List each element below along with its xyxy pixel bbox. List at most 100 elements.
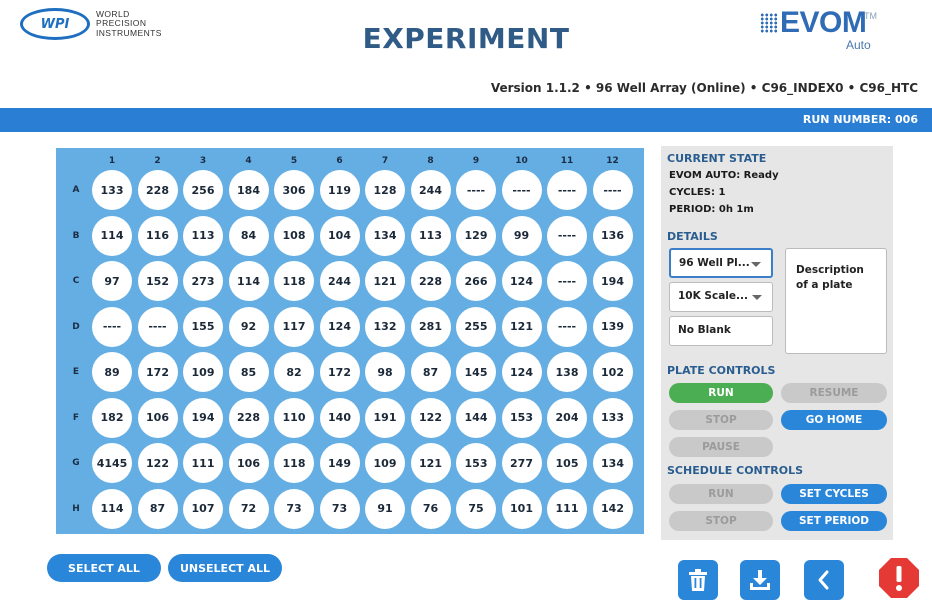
- column-header[interactable]: 5: [274, 156, 314, 166]
- unselect-all-button[interactable]: UNSELECT ALL: [168, 554, 282, 582]
- well[interactable]: 92: [228, 306, 269, 347]
- well[interactable]: 121: [365, 261, 405, 301]
- well[interactable]: 256: [183, 170, 223, 210]
- plate-type-select[interactable]: 96 Well Pl...: [669, 248, 773, 278]
- schedule-run-button[interactable]: RUN: [669, 484, 773, 504]
- well[interactable]: 98: [365, 352, 405, 392]
- well[interactable]: 87: [137, 488, 178, 529]
- well[interactable]: 114: [228, 261, 269, 301]
- well[interactable]: 191: [365, 397, 405, 438]
- resume-button[interactable]: RESUME: [781, 383, 887, 403]
- well[interactable]: 244: [410, 170, 451, 210]
- well[interactable]: 155: [183, 306, 223, 347]
- well[interactable]: 97: [92, 261, 132, 301]
- well[interactable]: 87: [410, 352, 451, 392]
- well[interactable]: 122: [137, 443, 178, 483]
- select-all-button[interactable]: SELECT ALL: [47, 554, 161, 582]
- column-header[interactable]: 11: [547, 156, 587, 166]
- alert-stop-icon[interactable]: [878, 557, 920, 599]
- well[interactable]: 244: [319, 261, 360, 301]
- well[interactable]: 82: [274, 352, 314, 392]
- well[interactable]: 128: [365, 170, 405, 210]
- row-header[interactable]: F: [68, 413, 84, 423]
- well[interactable]: ----: [137, 306, 178, 347]
- well[interactable]: 204: [547, 397, 587, 438]
- well[interactable]: 118: [274, 261, 314, 301]
- well[interactable]: 184: [228, 170, 269, 210]
- well[interactable]: ----: [501, 170, 542, 210]
- well[interactable]: 228: [137, 170, 178, 210]
- well[interactable]: 76: [410, 488, 451, 529]
- column-header[interactable]: 3: [183, 156, 223, 166]
- well[interactable]: 113: [183, 215, 223, 256]
- row-header[interactable]: D: [68, 322, 84, 332]
- well[interactable]: 116: [137, 215, 178, 256]
- well[interactable]: 172: [137, 352, 178, 392]
- well[interactable]: ----: [547, 306, 587, 347]
- well[interactable]: 121: [410, 443, 451, 483]
- well[interactable]: 102: [592, 352, 633, 392]
- well[interactable]: ----: [592, 170, 633, 210]
- well[interactable]: 306: [274, 170, 314, 210]
- well[interactable]: 91: [365, 488, 405, 529]
- well[interactable]: 144: [456, 397, 496, 438]
- back-button[interactable]: [804, 560, 844, 600]
- well[interactable]: ----: [547, 215, 587, 256]
- well[interactable]: 133: [592, 397, 633, 438]
- delete-button[interactable]: [678, 560, 718, 600]
- well[interactable]: 134: [365, 215, 405, 256]
- well[interactable]: 266: [456, 261, 496, 301]
- well[interactable]: 73: [274, 488, 314, 529]
- well[interactable]: 228: [228, 397, 269, 438]
- well[interactable]: 119: [319, 170, 360, 210]
- well[interactable]: 182: [92, 397, 132, 438]
- set-period-button[interactable]: SET PERIOD: [781, 511, 887, 531]
- well[interactable]: 104: [319, 215, 360, 256]
- scale-select[interactable]: 10K Scale...: [669, 282, 773, 312]
- well[interactable]: 73: [319, 488, 360, 529]
- well[interactable]: 255: [456, 306, 496, 347]
- well[interactable]: 111: [183, 443, 223, 483]
- schedule-stop-button[interactable]: STOP: [669, 511, 773, 531]
- row-header[interactable]: B: [68, 231, 84, 241]
- well[interactable]: 85: [228, 352, 269, 392]
- well[interactable]: 149: [319, 443, 360, 483]
- well[interactable]: 75: [456, 488, 496, 529]
- well[interactable]: ----: [547, 261, 587, 301]
- well[interactable]: 194: [183, 397, 223, 438]
- column-header[interactable]: 1: [92, 156, 132, 166]
- blank-field[interactable]: No Blank: [669, 316, 773, 346]
- well[interactable]: 145: [456, 352, 496, 392]
- well[interactable]: 99: [501, 215, 542, 256]
- column-header[interactable]: 2: [138, 156, 178, 166]
- well[interactable]: 277: [501, 443, 542, 483]
- well[interactable]: 136: [592, 215, 633, 256]
- pause-button[interactable]: PAUSE: [669, 437, 773, 457]
- well[interactable]: 228: [410, 261, 451, 301]
- well[interactable]: 153: [456, 443, 496, 483]
- well[interactable]: 107: [183, 488, 223, 529]
- well[interactable]: 172: [319, 352, 360, 392]
- well[interactable]: 194: [592, 261, 633, 301]
- run-button[interactable]: RUN: [669, 383, 773, 403]
- well[interactable]: 153: [501, 397, 542, 438]
- well[interactable]: 4145: [92, 443, 132, 483]
- well[interactable]: 124: [501, 261, 542, 301]
- well[interactable]: 124: [319, 306, 360, 347]
- well[interactable]: 118: [274, 443, 314, 483]
- well[interactable]: 138: [547, 352, 587, 392]
- well[interactable]: 281: [410, 306, 451, 347]
- well[interactable]: 132: [365, 306, 405, 347]
- download-button[interactable]: [740, 560, 780, 600]
- column-header[interactable]: 8: [411, 156, 451, 166]
- set-cycles-button[interactable]: SET CYCLES: [781, 484, 887, 504]
- well[interactable]: 109: [365, 443, 405, 483]
- well[interactable]: 84: [228, 215, 269, 256]
- well[interactable]: 106: [137, 397, 178, 438]
- well[interactable]: 108: [274, 215, 314, 256]
- column-header[interactable]: 6: [320, 156, 360, 166]
- well[interactable]: ----: [92, 306, 132, 347]
- well[interactable]: 109: [183, 352, 223, 392]
- well[interactable]: 110: [274, 397, 314, 438]
- well[interactable]: 121: [501, 306, 542, 347]
